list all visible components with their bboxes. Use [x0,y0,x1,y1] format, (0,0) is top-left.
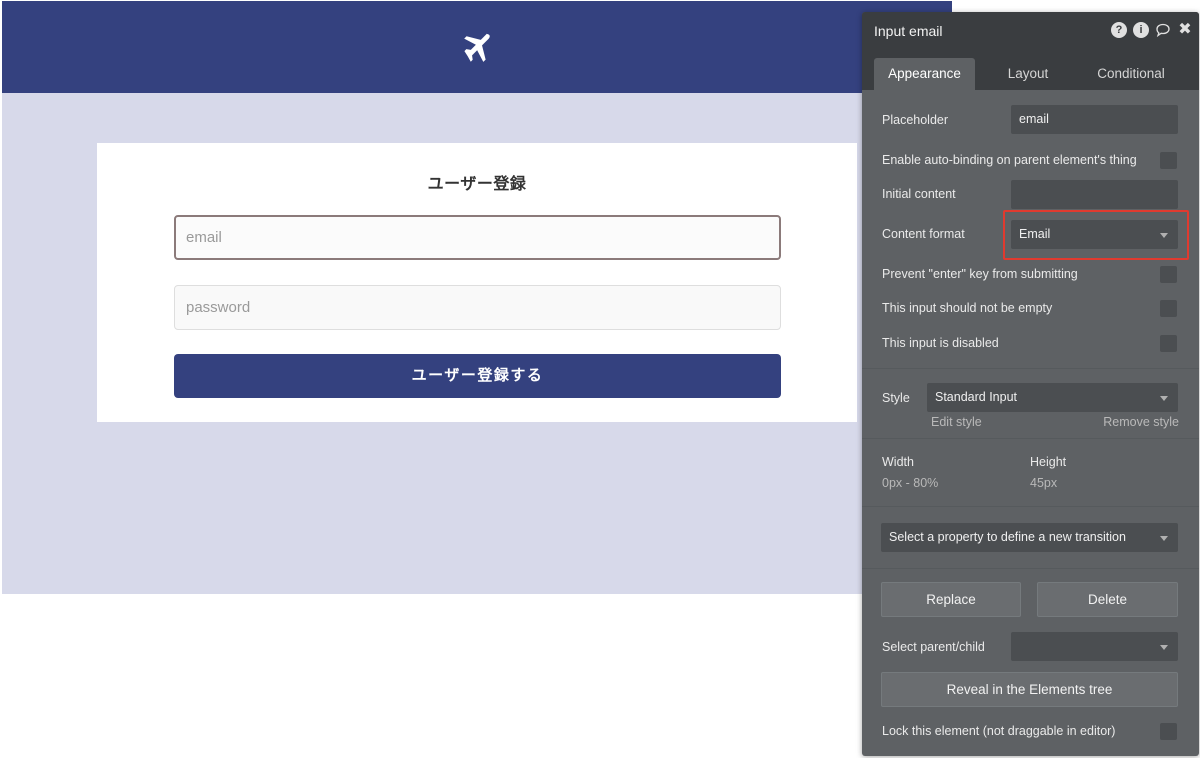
edit-style-link[interactable]: Edit style [931,415,982,429]
replace-button[interactable]: Replace [881,582,1021,617]
close-icon[interactable]: ✖ [1177,22,1193,38]
tab-appearance[interactable]: Appearance [874,58,975,90]
signup-card: ユーザー登録 email password ユーザー登録する [97,143,857,422]
height-value[interactable]: 45px [1030,476,1057,490]
tab-conditional[interactable]: Conditional [1080,58,1182,90]
divider [862,568,1199,569]
divider [862,368,1199,369]
transition-dropdown[interactable]: Select a property to define a new transi… [881,523,1178,552]
auto-binding-checkbox[interactable] [1160,152,1177,169]
card-title: ユーザー登録 [427,176,527,193]
placeholder-label: Placeholder [882,113,949,127]
style-label: Style [882,391,910,405]
not-empty-checkbox[interactable] [1160,300,1177,317]
info-icon[interactable]: i [1133,22,1149,38]
prevent-enter-label: Prevent "enter" key from submitting [882,267,1078,281]
airplane-icon [464,33,490,62]
tab-layout[interactable]: Layout [988,58,1068,90]
disabled-checkbox[interactable] [1160,335,1177,352]
initial-content-field[interactable] [1011,180,1178,209]
panel-title-bar[interactable]: Input email ? i ✖ [862,12,1199,50]
page-canvas: ユーザー登録 email password ユーザー登録する [2,1,952,594]
width-label: Width [882,455,914,469]
panel-title: Input email [874,23,943,39]
signup-button[interactable]: ユーザー登録する [174,354,781,398]
chevron-down-icon [1160,644,1168,650]
prevent-enter-checkbox[interactable] [1160,266,1177,283]
remove-style-link[interactable]: Remove style [1103,415,1179,429]
placeholder-field[interactable]: email [1011,105,1178,134]
divider [862,438,1199,439]
delete-button[interactable]: Delete [1037,582,1178,617]
chevron-down-icon [1160,535,1168,541]
parent-child-label: Select parent/child [882,640,985,654]
content-format-highlight [1003,210,1189,260]
height-label: Height [1030,455,1067,469]
panel-icons: ? i ✖ [1111,22,1193,38]
comment-icon[interactable] [1155,22,1171,38]
property-editor-panel: Input email ? i ✖ Appearance Layout Cond… [862,12,1199,756]
lock-checkbox[interactable] [1160,723,1177,740]
width-value[interactable]: 0px - 80% [882,476,938,490]
initial-content-label: Initial content [882,187,956,201]
transition-placeholder: Select a property to define a new transi… [889,530,1126,544]
not-empty-label: This input should not be empty [882,301,1053,315]
panel-tabs: Appearance Layout Conditional [862,50,1199,90]
auto-binding-label: Enable auto-binding on parent element's … [882,153,1137,167]
chevron-down-icon [1160,395,1168,401]
reveal-elements-tree-button[interactable]: Reveal in the Elements tree [881,672,1178,707]
style-value: Standard Input [935,390,1018,404]
disabled-label: This input is disabled [882,336,999,350]
email-input[interactable]: email [174,215,781,260]
password-input[interactable]: password [174,285,781,330]
style-dropdown[interactable]: Standard Input [927,383,1178,412]
lock-label: Lock this element (not draggable in edit… [882,724,1116,738]
content-format-label: Content format [882,227,965,241]
page-header [2,1,952,93]
question-icon[interactable]: ? [1111,22,1127,38]
divider [862,506,1199,507]
parent-child-dropdown[interactable] [1011,632,1178,661]
editor-stage: ユーザー登録 email password ユーザー登録する Input ema… [0,0,1200,758]
